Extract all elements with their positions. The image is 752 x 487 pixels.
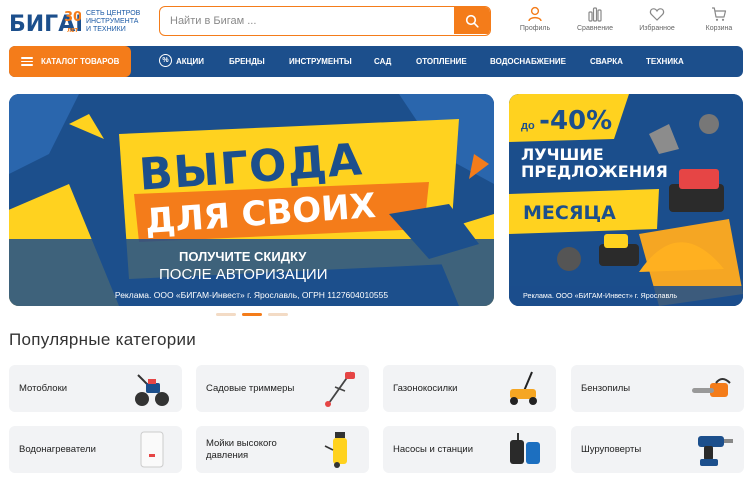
compare-link[interactable]: Сравнение: [570, 6, 620, 32]
favorites-label: Избранное: [639, 25, 675, 32]
catalog-button[interactable]: Каталог товаров: [9, 46, 131, 77]
promo-banner-main[interactable]: ВЫГОДА ДЛЯ СВОИХ ПОЛУЧИТЕ СКИДКУ ПОСЛЕ А…: [9, 94, 494, 306]
carousel-dot[interactable]: [216, 313, 236, 316]
ad-disclaimer: Реклама. ООО «БИГАМ-Инвест» г. Ярославль…: [114, 290, 389, 300]
cart-icon: [712, 7, 727, 21]
category-label: Газонокосилки: [393, 382, 458, 394]
main-nav: Каталог товаров % Акции Бренды Инструмент…: [9, 46, 743, 77]
banner-side-discount: до -40%: [521, 106, 613, 136]
chainsaw-icon: [692, 378, 731, 397]
category-label: Насосы и станции: [393, 443, 474, 455]
search-input[interactable]: [160, 7, 456, 34]
header-actions: Профиль Сравнение Избранное Корзина: [510, 6, 750, 38]
search-button[interactable]: [454, 7, 490, 34]
category-label: Мотоблоки: [19, 382, 68, 394]
profile-link[interactable]: Профиль: [510, 6, 560, 32]
category-card-pressure-washers[interactable]: Мойки высокого давления: [196, 426, 369, 473]
category-card-water-heaters[interactable]: Водонагреватели: [9, 426, 182, 473]
ad-disclaimer-side: Реклама. ООО «БИГАМ-Инвест» г. Ярославль: [523, 291, 678, 300]
category-label: Бензопилы: [581, 382, 631, 394]
promo-banner-side[interactable]: до -40% ЛУЧШИЕ ПРЕДЛОЖЕНИЯ МЕСЯЦА Реклам…: [509, 94, 743, 306]
user-icon: [528, 6, 542, 22]
trimmer-icon: [325, 371, 355, 407]
svg-text:30: 30: [64, 10, 81, 25]
search-icon: [465, 14, 479, 28]
drill-icon: [698, 436, 733, 466]
nav-item-welding[interactable]: Сварка: [590, 46, 623, 77]
pressure-washer-icon: [324, 432, 347, 468]
heart-icon: [649, 8, 665, 21]
search-bar: [159, 6, 491, 36]
category-label: Водонагреватели: [19, 443, 96, 455]
logo-tagline: Сеть центров инструмента и техники: [86, 10, 141, 33]
nav-item-tools[interactable]: Инструменты: [289, 46, 352, 77]
banner-main-subtitle-2: ПОСЛЕ АВТОРИЗАЦИИ: [159, 266, 328, 283]
brand-logo[interactable]: БИГАМ 30 ЛЕТ: [9, 6, 97, 38]
nav-item-brands[interactable]: Бренды: [229, 46, 265, 77]
catalog-label: Каталог товаров: [41, 57, 120, 66]
compare-icon: [588, 7, 602, 22]
category-card-trimmers[interactable]: Садовые триммеры: [196, 365, 369, 412]
lawnmower-icon: [510, 371, 537, 405]
banner-side-title: ЛУЧШИЕ ПРЕДЛОЖЕНИЯ: [521, 145, 668, 181]
cart-link[interactable]: Корзина: [694, 6, 744, 32]
cart-label: Корзина: [705, 25, 733, 32]
carousel-dot[interactable]: [268, 313, 288, 316]
favorites-link[interactable]: Избранное: [632, 6, 682, 32]
nav-item-promotions[interactable]: % Акции: [159, 46, 204, 77]
category-card-pumps[interactable]: Насосы и станции: [383, 426, 556, 473]
category-label: Шуруповерты: [581, 443, 642, 455]
nav-item-water-supply[interactable]: Водоснабжение: [490, 46, 566, 77]
menu-icon: [21, 57, 33, 66]
nav-item-heating[interactable]: Отопление: [416, 46, 467, 77]
category-card-tillers[interactable]: Мотоблоки: [9, 365, 182, 412]
category-card-chainsaws[interactable]: Бензопилы: [571, 365, 744, 412]
water-heater-icon: [140, 431, 164, 468]
category-label: Садовые триммеры: [206, 382, 295, 394]
site-header: БИГАМ 30 ЛЕТ Сеть центров инструмента и …: [0, 0, 752, 44]
percent-icon: %: [159, 54, 172, 68]
banner-main-subtitle: ПОЛУЧИТЕ СКИДКУ: [179, 249, 307, 264]
tiller-icon: [135, 374, 169, 406]
profile-label: Профиль: [519, 25, 551, 32]
pump-icon: [510, 433, 540, 464]
carousel-dot-active[interactable]: [242, 313, 262, 316]
category-card-lawnmowers[interactable]: Газонокосилки: [383, 365, 556, 412]
category-label: Мойки высокого давления: [206, 437, 277, 461]
banner-side-title-2: МЕСЯЦА: [523, 202, 616, 224]
category-card-screwdrivers[interactable]: Шуруповерты: [571, 426, 744, 473]
nav-item-machinery[interactable]: Техника: [646, 46, 684, 77]
compare-label: Сравнение: [577, 25, 613, 32]
section-title: Популярные категории: [9, 330, 197, 349]
carousel-pagination: [216, 313, 296, 317]
svg-text:ЛЕТ: ЛЕТ: [67, 28, 79, 34]
nav-item-garden[interactable]: Сад: [374, 46, 391, 77]
